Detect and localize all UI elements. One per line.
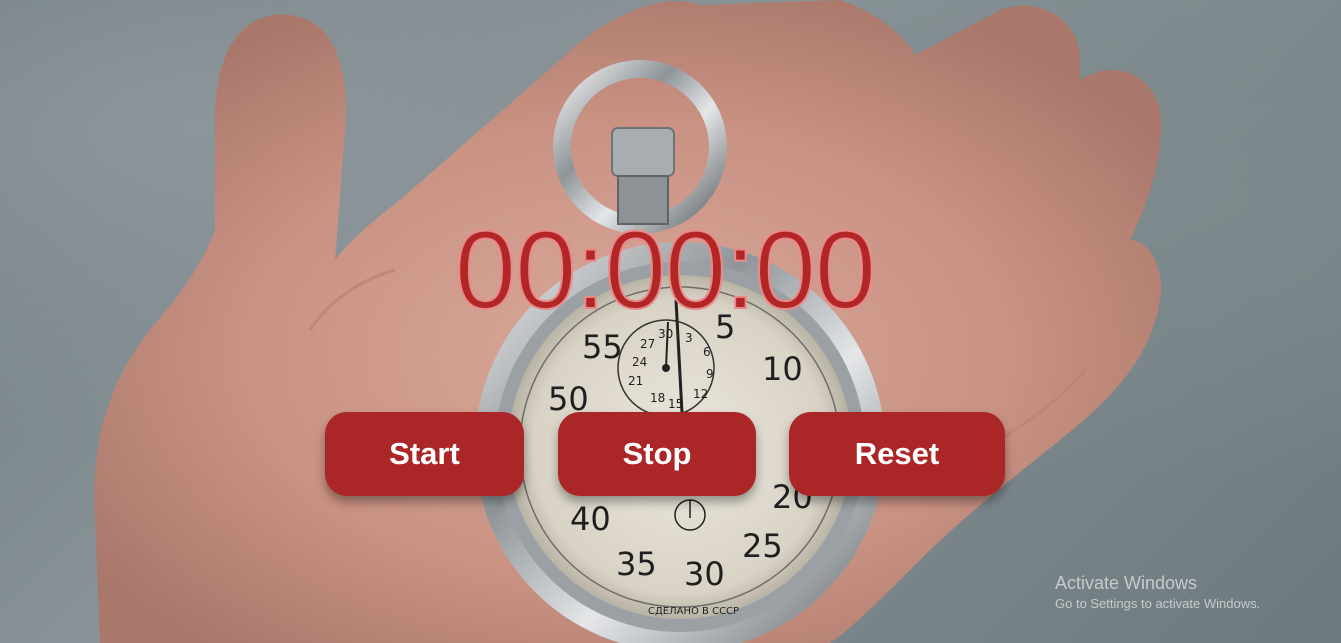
subdial-number: 18 <box>650 391 665 405</box>
watermark-subtitle: Go to Settings to activate Windows. <box>1055 596 1261 611</box>
stopwatch-app: 55 5 10 50 40 35 30 25 20 30 3 27 6 24 9… <box>0 0 1341 643</box>
dial-number: 30 <box>684 555 725 593</box>
reset-button[interactable]: Reset <box>789 412 1005 496</box>
subdial-number: 9 <box>706 367 714 381</box>
dial-number: 40 <box>570 500 611 538</box>
subdial-number: 3 <box>685 331 693 345</box>
dial-number: 35 <box>616 545 657 583</box>
subdial-number: 21 <box>628 374 643 388</box>
start-button[interactable]: Start <box>325 412 524 496</box>
stop-button[interactable]: Stop <box>558 412 756 496</box>
dial-number: 55 <box>582 328 623 366</box>
subdial-number: 6 <box>703 345 711 359</box>
watermark-title: Activate Windows <box>1055 573 1198 593</box>
subdial-number: 27 <box>640 337 655 351</box>
windows-activation-watermark: Activate Windows Go to Settings to activ… <box>1055 572 1260 613</box>
subdial-number: 12 <box>693 387 708 401</box>
dial-number: 10 <box>762 350 803 388</box>
dial-number: 25 <box>742 527 783 565</box>
subdial-number: 15 <box>668 397 683 411</box>
timer-display: 00:00:00 <box>454 209 877 332</box>
subdial-number: 24 <box>632 355 647 369</box>
dial-inscription: СДЕЛАНО В СССР <box>648 606 739 617</box>
